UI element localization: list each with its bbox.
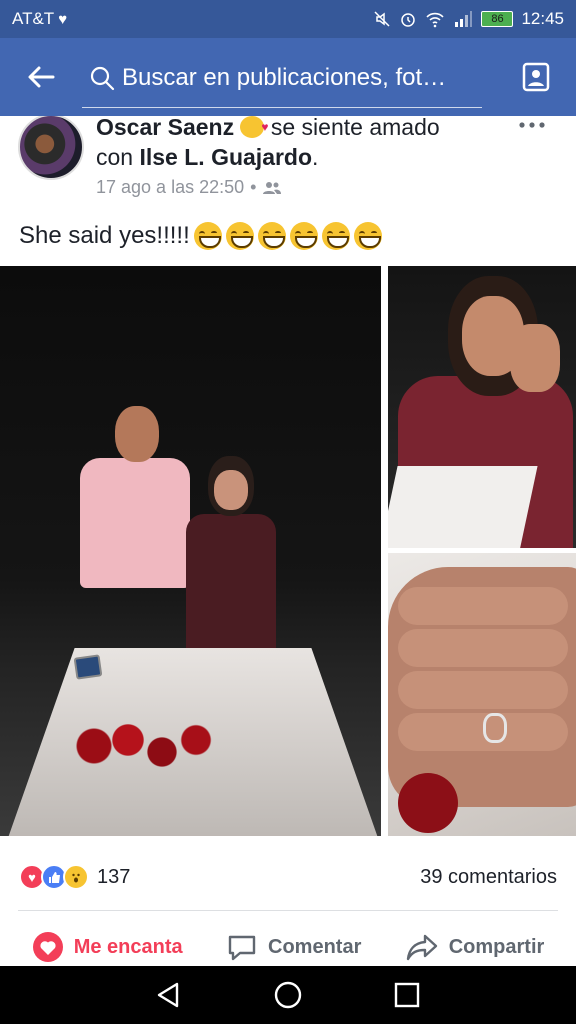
- comment-icon: [228, 935, 256, 961]
- photo-woman: [180, 456, 280, 656]
- feeling-loved-icon: [240, 116, 268, 142]
- photo-hands: [388, 567, 576, 807]
- system-nav-bar: [0, 966, 576, 1024]
- mute-icon: [374, 11, 390, 27]
- tagged-suffix: .: [312, 144, 319, 170]
- back-nav-icon[interactable]: [154, 980, 184, 1010]
- search-input[interactable]: Buscar en publicaciones, fot…: [82, 48, 482, 108]
- love-icon: [32, 932, 63, 962]
- recents-nav-icon[interactable]: [392, 980, 422, 1010]
- comments-count[interactable]: 39 comentarios: [420, 866, 557, 889]
- share-label: Compartir: [448, 935, 545, 958]
- post-header: Oscar Saenz se siente amado con Ilse L. …: [96, 116, 496, 172]
- status-icons: 86 12:45: [373, 9, 564, 29]
- carrier-label: AT&T: [12, 9, 55, 28]
- meta-separator: •: [250, 177, 257, 197]
- grinning-face-icon: [353, 222, 382, 250]
- more-icon: [519, 122, 545, 128]
- share-button[interactable]: Compartir: [405, 931, 545, 963]
- comment-label: Comentar: [268, 935, 362, 958]
- tagged-person[interactable]: Ilse L. Guajardo: [139, 144, 312, 170]
- photo-rose: [398, 773, 458, 833]
- comment-button[interactable]: Comentar: [226, 931, 361, 963]
- photo-phone: [73, 654, 103, 680]
- photo-ring: [483, 713, 507, 743]
- author-name[interactable]: Oscar Saenz: [96, 116, 234, 140]
- grinning-face-icon: [257, 222, 286, 250]
- post: Oscar Saenz se siente amado con Ilse L. …: [0, 116, 576, 966]
- divider: [18, 910, 558, 911]
- post-message: She said yes!!!!!: [19, 222, 190, 249]
- reaction-count: 137: [97, 865, 131, 888]
- feeling-text: se siente amado: [270, 116, 440, 140]
- photo-profile-button[interactable]: [496, 38, 576, 116]
- grinning-face-icon: [225, 222, 254, 250]
- heart-icon: ♥: [58, 10, 68, 28]
- app-bar: Buscar en publicaciones, fot…: [0, 38, 576, 116]
- status-bar: AT&T ♥ 86 12:45: [0, 0, 576, 38]
- battery-indicator: 86: [481, 11, 514, 27]
- wifi-icon: [426, 12, 445, 28]
- photo-profile-icon: [522, 62, 550, 92]
- photo-man: [80, 406, 190, 646]
- reactions-summary[interactable]: ♥ 137: [19, 864, 130, 890]
- timestamp[interactable]: 17 ago a las 22:50: [96, 177, 244, 198]
- post-actions: Me encanta Comentar Compartir: [0, 922, 576, 966]
- search-query: Buscar en publicaciones, fot…: [122, 63, 447, 91]
- share-icon: [406, 934, 437, 961]
- post-meta: 17 ago a las 22:50 •: [96, 177, 282, 198]
- avatar[interactable]: [18, 116, 84, 180]
- with-prefix: con: [96, 144, 134, 170]
- home-nav-icon[interactable]: [273, 980, 303, 1010]
- photo-woman-ring: [388, 276, 573, 548]
- post-text: She said yes!!!!!: [19, 222, 382, 250]
- post-photo-hands[interactable]: [388, 553, 576, 836]
- post-photo-couple[interactable]: [0, 266, 381, 836]
- grinning-face-icon: [193, 222, 222, 250]
- love-label: Me encanta: [73, 935, 183, 958]
- grinning-face-icon: [321, 222, 350, 250]
- more-button[interactable]: [518, 116, 546, 136]
- search-icon: [82, 65, 122, 91]
- alarm-icon: [401, 13, 416, 27]
- carrier: AT&T ♥: [12, 9, 67, 29]
- clock: 12:45: [521, 9, 564, 28]
- love-button[interactable]: Me encanta: [32, 931, 183, 963]
- wow-reaction-icon: [63, 864, 89, 890]
- signal-icon: [455, 11, 473, 27]
- friends-icon: [263, 181, 282, 194]
- post-photo-ring-show[interactable]: [388, 266, 576, 548]
- photo-roses: [60, 716, 230, 776]
- arrow-left-icon: [28, 66, 55, 88]
- grinning-face-icon: [289, 222, 318, 250]
- back-button[interactable]: [0, 38, 82, 116]
